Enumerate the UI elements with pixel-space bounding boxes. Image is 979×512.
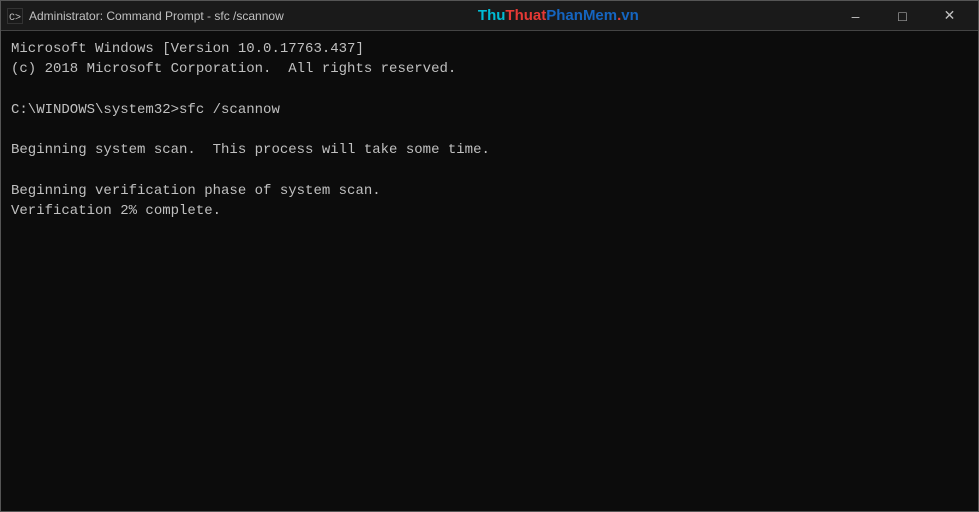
terminal-body[interactable]: Microsoft Windows [Version 10.0.17763.43… bbox=[1, 31, 978, 511]
terminal-line: Beginning system scan. This process will… bbox=[11, 140, 968, 160]
brand-mem: Mem bbox=[583, 7, 617, 24]
terminal-line bbox=[11, 283, 968, 303]
window-controls: – □ ✕ bbox=[833, 1, 972, 31]
terminal-line bbox=[11, 120, 968, 140]
terminal-line bbox=[11, 262, 968, 282]
terminal-line bbox=[11, 323, 968, 343]
terminal-line bbox=[11, 506, 968, 511]
terminal-line bbox=[11, 80, 968, 100]
terminal-line bbox=[11, 445, 968, 465]
terminal-line: C:\WINDOWS\system32>sfc /scannow bbox=[11, 100, 968, 120]
close-button[interactable]: ✕ bbox=[927, 1, 972, 31]
terminal-line: (c) 2018 Microsoft Corporation. All righ… bbox=[11, 59, 968, 79]
cmd-window: C> Administrator: Command Prompt - sfc /… bbox=[0, 0, 979, 512]
window-title: Administrator: Command Prompt - sfc /sca… bbox=[29, 9, 284, 23]
terminal-line bbox=[11, 242, 968, 262]
terminal-line bbox=[11, 425, 968, 445]
cmd-icon: C> bbox=[7, 8, 23, 24]
terminal-line bbox=[11, 161, 968, 181]
brand-phan: Phan bbox=[546, 7, 583, 24]
minimize-button[interactable]: – bbox=[833, 1, 878, 31]
terminal-line bbox=[11, 303, 968, 323]
terminal-line bbox=[11, 343, 968, 363]
terminal-line: Verification 2% complete. bbox=[11, 201, 968, 221]
brand-logo: ThuThuatPhanMem.vn bbox=[478, 7, 639, 24]
terminal-line bbox=[11, 222, 968, 242]
title-bar-left: C> Administrator: Command Prompt - sfc /… bbox=[7, 8, 284, 24]
terminal-line bbox=[11, 486, 968, 506]
brand-thuat: Thuat bbox=[505, 7, 546, 24]
terminal-line bbox=[11, 404, 968, 424]
brand-vn: vn bbox=[621, 7, 639, 24]
terminal-line bbox=[11, 465, 968, 485]
terminal-line: Microsoft Windows [Version 10.0.17763.43… bbox=[11, 39, 968, 59]
svg-text:C>: C> bbox=[9, 13, 21, 23]
brand-thu: Thu bbox=[478, 7, 506, 24]
terminal-line bbox=[11, 364, 968, 384]
terminal-line bbox=[11, 384, 968, 404]
terminal-line: Beginning verification phase of system s… bbox=[11, 181, 968, 201]
maximize-button[interactable]: □ bbox=[880, 1, 925, 31]
title-bar: C> Administrator: Command Prompt - sfc /… bbox=[1, 1, 978, 31]
